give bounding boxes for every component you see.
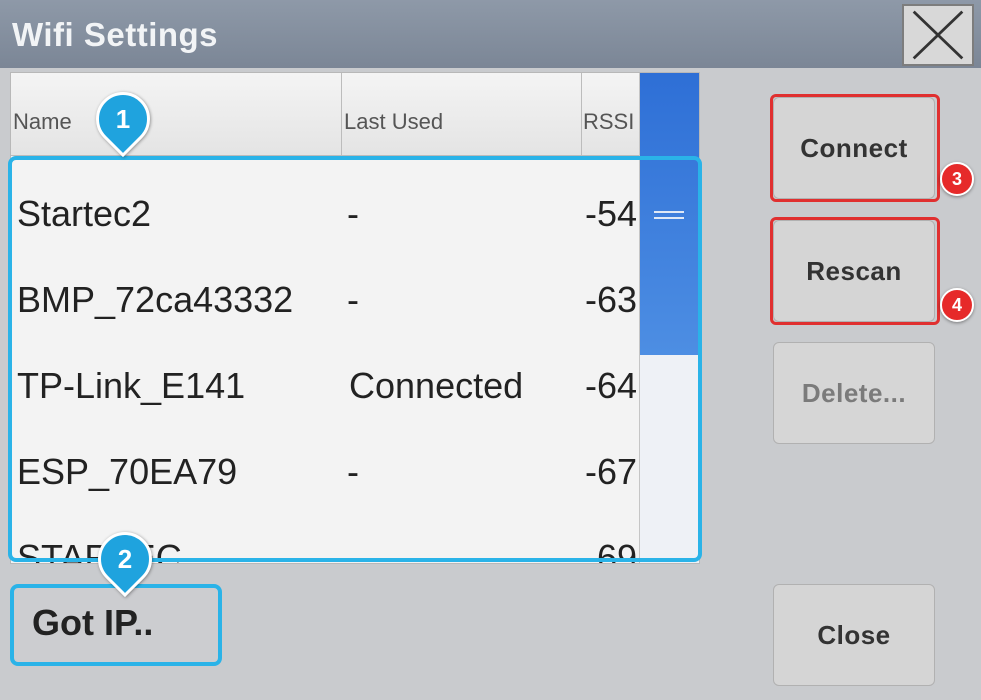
column-divider [341,73,342,155]
close-button[interactable]: Close [773,584,935,686]
close-x-icon [912,10,964,60]
title-bar: Wifi Settings [0,0,981,68]
window-title: Wifi Settings [12,16,219,53]
column-header-last-used[interactable]: Last Used [344,109,443,135]
annotation-marker-4: 4 [940,288,974,322]
annotation-marker-3: 3 [940,162,974,196]
list-highlight-box [8,156,702,562]
rescan-highlight-box [770,217,940,325]
column-header-name[interactable]: Name [13,109,72,135]
status-highlight-box [10,584,222,666]
delete-button[interactable]: Delete... [773,342,935,444]
column-header-rssi[interactable]: RSSI [583,109,634,135]
column-divider [581,73,582,155]
connect-highlight-box [770,94,940,202]
close-window-button[interactable] [902,4,974,66]
